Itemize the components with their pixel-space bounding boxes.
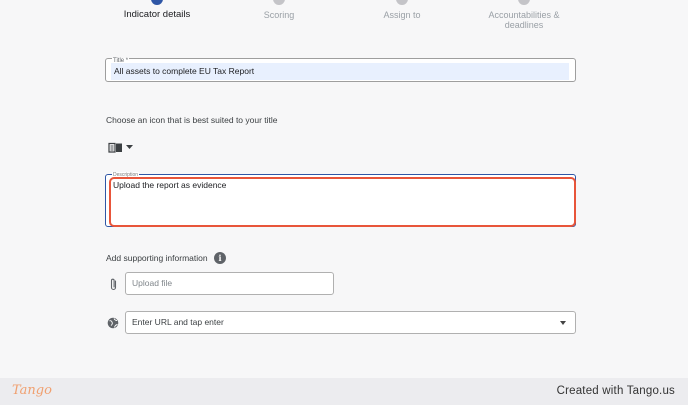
- title-field[interactable]: Title * All assets to complete EU Tax Re…: [105, 58, 576, 82]
- url-placeholder: Enter URL and tap enter: [132, 317, 224, 327]
- step-label: Scoring: [263, 10, 295, 20]
- paperclip-icon[interactable]: [109, 278, 118, 291]
- tango-logo: Tango: [12, 383, 52, 398]
- book-icon: [108, 142, 122, 153]
- dropdown-caret-icon[interactable]: [560, 321, 566, 325]
- form-page: Indicator details Scoring Assign to Acco…: [0, 0, 688, 378]
- icon-picker[interactable]: [108, 140, 136, 154]
- step-accountabilities[interactable]: Accountabilities & deadlines: [474, 0, 574, 30]
- chevron-down-icon: [126, 144, 133, 149]
- step-label: Accountabilities & deadlines: [474, 0, 574, 30]
- step-assign-to[interactable]: Assign to: [372, 0, 432, 20]
- step-label: Assign to: [383, 10, 421, 20]
- step-scoring[interactable]: Scoring: [250, 0, 308, 20]
- step-indicator-details[interactable]: Indicator details: [118, 0, 196, 20]
- info-icon[interactable]: i: [214, 252, 226, 264]
- footer: Tango Created with Tango.us: [0, 378, 688, 405]
- description-label: Description: [112, 172, 140, 178]
- step-label: Indicator details: [123, 9, 191, 20]
- upload-file-input[interactable]: Upload file: [125, 272, 334, 295]
- created-with-text: Created with Tango.us: [556, 385, 675, 397]
- icon-prompt: Choose an icon that is best suited to yo…: [106, 115, 278, 125]
- step-label-line-2: deadlines: [504, 20, 544, 30]
- globe-icon: [107, 317, 119, 329]
- step-label-line-1: Accountabilities &: [488, 10, 560, 20]
- supporting-info-label: Add supporting information: [106, 253, 208, 263]
- title-value[interactable]: All assets to complete EU Tax Report: [111, 63, 569, 80]
- description-value[interactable]: Upload the report as evidence: [113, 180, 226, 190]
- url-input[interactable]: Enter URL and tap enter: [125, 311, 576, 334]
